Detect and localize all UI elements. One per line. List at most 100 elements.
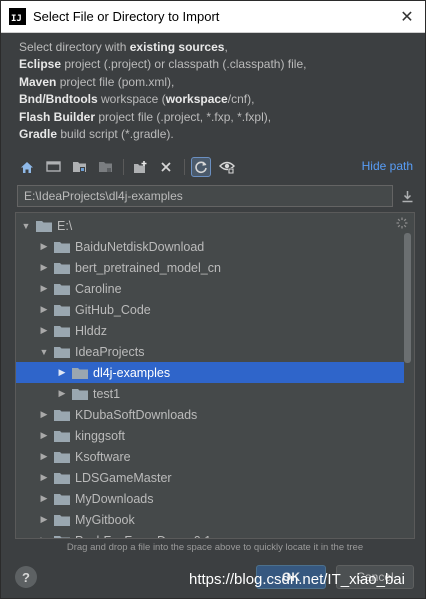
- tree-row-label: Caroline: [75, 281, 122, 296]
- project-folder-icon[interactable]: [69, 157, 89, 177]
- expand-arrow-right-icon[interactable]: ▶: [37, 257, 51, 278]
- description: Select directory with existing sources, …: [19, 39, 419, 143]
- module-folder-icon[interactable]: [95, 157, 115, 177]
- expand-arrow-right-icon[interactable]: ▶: [37, 467, 51, 488]
- tree-row[interactable]: ▶ test1: [16, 383, 404, 404]
- desc-text: ,: [224, 40, 228, 54]
- folder-icon: [54, 514, 70, 526]
- drive-folder-icon: [36, 220, 52, 232]
- tree-row-label: BaiduNetdiskDownload: [75, 239, 205, 254]
- tree-row[interactable]: ▼ E:\: [16, 215, 404, 236]
- scrollbar-thumb[interactable]: [404, 233, 411, 363]
- expand-arrow-down-icon[interactable]: ▼: [37, 341, 51, 362]
- refresh-icon[interactable]: [191, 157, 211, 177]
- folder-icon: [72, 367, 88, 379]
- desc-bold: existing sources: [129, 40, 225, 54]
- home-icon[interactable]: [17, 157, 37, 177]
- tree-row-label: Ksoftware: [75, 449, 131, 464]
- expand-arrow-right-icon[interactable]: ▶: [37, 278, 51, 299]
- desc-bold: workspace: [165, 92, 228, 107]
- tree-row[interactable]: ▶ MyGitbook: [16, 509, 404, 530]
- desktop-icon[interactable]: [43, 157, 63, 177]
- desc-bold: Maven: [19, 74, 57, 89]
- new-folder-icon[interactable]: [130, 157, 150, 177]
- tree-row-label: Hlddz: [75, 323, 107, 338]
- expand-arrow-right-icon[interactable]: ▶: [55, 383, 69, 404]
- intellij-app-icon: IJ: [9, 8, 26, 25]
- folder-icon: [54, 535, 70, 538]
- directory-tree[interactable]: ▼ E:\ ▶ BaiduNetdiskDownload ▶ bert_pretraine…: [15, 212, 415, 539]
- expand-arrow-right-icon[interactable]: ▶: [37, 320, 51, 341]
- folder-icon: [54, 304, 70, 316]
- tree-row-label: dl4j-examples: [93, 365, 171, 380]
- expand-arrow-right-icon[interactable]: ▶: [37, 488, 51, 509]
- tree-row[interactable]: ▶ GitHub_Code: [16, 299, 404, 320]
- tree-row-label: test1: [93, 386, 121, 401]
- desc-text: workspace (: [97, 92, 166, 107]
- tree-row-label: bert_pretrained_model_cn: [75, 260, 221, 275]
- expand-arrow-right-icon[interactable]: ▶: [37, 509, 51, 530]
- folder-icon: [54, 241, 70, 253]
- folder-icon: [54, 493, 70, 505]
- desc-bold: Gradle: [19, 127, 58, 142]
- desc-bold: Bnd/Bndtools: [19, 92, 98, 107]
- folder-icon: [54, 409, 70, 421]
- delete-icon[interactable]: [156, 157, 176, 177]
- tree-row[interactable]: ▶ PushFsoFrom Demo 0.1: [16, 530, 404, 539]
- desc-text: Select directory with: [19, 40, 130, 54]
- show-hidden-icon[interactable]: [217, 157, 237, 177]
- tree-row-label: GitHub_Code: [75, 302, 151, 317]
- tree-row-label: MyDownloads: [75, 491, 154, 506]
- tree-row-label: LDSGameMaster: [75, 470, 172, 485]
- tree-row[interactable]: ▶ Ksoftware: [16, 446, 404, 467]
- expand-arrow-right-icon[interactable]: ▶: [55, 362, 69, 383]
- tree-row-label: MyGitbook: [75, 512, 135, 527]
- file-chooser-toolbar: Hide path: [17, 154, 417, 180]
- folder-icon: [54, 262, 70, 274]
- tree-row[interactable]: ▶ BaiduNetdiskDownload: [16, 236, 404, 257]
- tree-row-label: kinggsoft: [75, 428, 126, 443]
- folder-icon: [72, 388, 88, 400]
- watermark-text: https://blog.csdn.net/IT_xiao_bai: [189, 571, 405, 588]
- tree-row[interactable]: ▶ kinggsoft: [16, 425, 404, 446]
- tree-row[interactable]: ▶ LDSGameMaster: [16, 467, 404, 488]
- tree-row[interactable]: ▶ dl4j-examples: [16, 362, 404, 383]
- tree-row-label: PushFsoFrom Demo 0.1: [75, 534, 211, 539]
- import-dialog: IJ Select File or Directory to Import ✕ …: [0, 0, 426, 599]
- desc-bold: Flash Builder: [19, 109, 96, 124]
- tree-row-label: IdeaProjects: [75, 344, 145, 359]
- expand-arrow-right-icon[interactable]: ▶: [37, 236, 51, 257]
- dialog-title: Select File or Directory to Import: [33, 9, 220, 24]
- tree-row[interactable]: ▶ Hlddz: [16, 320, 404, 341]
- tree-row[interactable]: ▶ bert_pretrained_model_cn: [16, 257, 404, 278]
- folder-icon: [54, 283, 70, 295]
- desc-text: build script (*.gradle).: [57, 127, 174, 142]
- expand-arrow-right-icon[interactable]: ▶: [37, 446, 51, 467]
- tree-row[interactable]: ▶ KDubaSoftDownloads: [16, 404, 404, 425]
- folder-icon: [54, 325, 70, 337]
- desc-text: project file (pom.xml),: [56, 74, 175, 89]
- close-icon[interactable]: ✕: [397, 7, 417, 26]
- expand-arrow-right-icon[interactable]: ▶: [37, 530, 51, 538]
- hide-path-link[interactable]: Hide path: [362, 159, 413, 173]
- expand-arrow-right-icon[interactable]: ▶: [37, 425, 51, 446]
- path-row: [17, 184, 417, 208]
- expand-arrow-right-icon[interactable]: ▶: [37, 404, 51, 425]
- tree-scrollbar[interactable]: [402, 213, 414, 538]
- tree-row[interactable]: ▶ Caroline: [16, 278, 404, 299]
- tree-row[interactable]: ▶ MyDownloads: [16, 488, 404, 509]
- folder-icon: [54, 430, 70, 442]
- folder-icon: [54, 451, 70, 463]
- path-field[interactable]: [17, 185, 393, 207]
- desc-text: project (.project) or classpath (.classp…: [61, 57, 307, 72]
- download-icon[interactable]: [397, 185, 417, 207]
- tree-row-label: E:\: [57, 218, 73, 233]
- tree-row[interactable]: ▼ IdeaProjects: [16, 341, 404, 362]
- help-button[interactable]: ?: [15, 566, 37, 588]
- folder-icon: [54, 472, 70, 484]
- expand-arrow-down-icon[interactable]: ▼: [19, 215, 33, 236]
- drag-drop-hint: Drag and drop a file into the space abov…: [66, 542, 364, 553]
- toolbar-separator: [123, 159, 124, 175]
- expand-arrow-right-icon[interactable]: ▶: [37, 299, 51, 320]
- title-bar: IJ Select File or Directory to Import ✕: [1, 1, 425, 33]
